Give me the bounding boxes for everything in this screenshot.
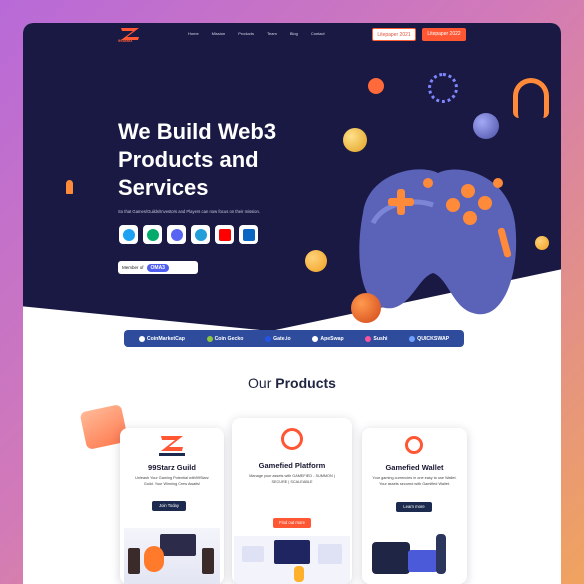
planet-orange-icon: [351, 293, 381, 323]
nav-contact[interactable]: Contact: [311, 31, 325, 36]
wallet-illustration: [366, 528, 463, 584]
card-title: Gamefied Wallet: [385, 463, 444, 472]
join-today-button[interactable]: Join Today: [152, 501, 186, 511]
card-description: Unleash Your Gaming Potential with99Star…: [135, 476, 209, 486]
partner-coinmarketcap[interactable]: CoinMarketCap: [138, 335, 185, 342]
coin-logo-icon: [368, 78, 384, 94]
member-badge[interactable]: Member of OMA3: [118, 261, 198, 274]
headline-line-2: Products and: [118, 147, 259, 172]
social-links: [119, 225, 258, 244]
oma3-logo: OMA3: [146, 263, 169, 272]
nav-products[interactable]: Products: [238, 31, 254, 36]
twitter-icon: [122, 228, 135, 241]
product-card-guild[interactable]: 99Starz Guild Unleash Your Gaming Potent…: [120, 428, 224, 584]
products-heading-bold: Products: [275, 375, 336, 391]
partner-sushi[interactable]: Sushi: [365, 335, 388, 342]
top-navigation: 99Starz Home Mission Products Team Blog …: [23, 23, 561, 45]
headline-line-3: Services: [118, 175, 209, 200]
gamefied-platform-logo-icon: [281, 428, 303, 450]
partner-label: ApeSwap: [320, 335, 344, 342]
headline-line-1: We Build Web3: [118, 119, 277, 144]
coingecko-icon: [206, 335, 213, 342]
hero-subline: So that Games/Guilds/Investors and Playe…: [118, 209, 260, 214]
hero-headline: We Build Web3 Products and Services: [118, 118, 278, 202]
quickswap-icon: [409, 335, 416, 342]
bitcoin-coin-small-icon: [535, 236, 549, 250]
member-label: Member of: [122, 265, 144, 270]
partner-label: QUICKSWAP: [417, 335, 450, 342]
partner-apeswap[interactable]: ApeSwap: [312, 335, 344, 342]
card-description: Manage your assets with GAMEFIED - SUMMO…: [249, 474, 335, 484]
rocket-icon: [66, 180, 73, 194]
partners-bar: CoinMarketCap Coin Gecko Gate.io ApeSwap…: [124, 330, 464, 347]
nav-home[interactable]: Home: [188, 31, 199, 36]
medium-icon: [146, 228, 159, 241]
apeswap-icon: [312, 335, 319, 342]
litepaper-2022-button[interactable]: Litepaper 2022: [422, 28, 466, 41]
card-title: Gamefied Platform: [258, 461, 326, 470]
linkedin-icon: [242, 228, 255, 241]
discord-icon: [170, 228, 183, 241]
partner-label: Coin Gecko: [214, 335, 244, 342]
nav-links: Home Mission Products Team Blog Contact: [188, 31, 325, 36]
network-nodes-icon: [428, 73, 458, 103]
99starz-guild-logo-icon: [159, 436, 185, 456]
dashboard-illustration: [234, 536, 350, 584]
gamefied-wallet-logo-icon: [405, 436, 423, 454]
planet-ringed-icon: [343, 128, 367, 152]
site-frame: 99Starz Home Mission Products Team Blog …: [23, 23, 561, 584]
partner-label: CoinMarketCap: [146, 335, 185, 342]
find-out-more-button[interactable]: Find out more: [273, 518, 311, 528]
products-heading: Our Products: [23, 375, 561, 391]
learn-more-button[interactable]: Learn more: [396, 502, 432, 512]
bitcoin-coin-icon: [305, 250, 327, 272]
nav-mission[interactable]: Mission: [212, 31, 226, 36]
litepaper-2021-button[interactable]: Litepaper 2021: [372, 28, 416, 41]
youtube-icon: [218, 228, 231, 241]
logo-text: 99Starz: [118, 38, 133, 43]
linkedin-button[interactable]: [239, 225, 258, 244]
partner-gateio[interactable]: Gate.io: [265, 335, 291, 342]
partner-label: Gate.io: [273, 335, 291, 342]
partner-label: Sushi: [373, 335, 388, 342]
planet-blue-icon: [473, 113, 499, 139]
nav-blog[interactable]: Blog: [290, 31, 298, 36]
gateio-icon: [265, 335, 272, 342]
coinmarketcap-icon: [138, 335, 145, 342]
sushi-icon: [365, 335, 372, 342]
products-heading-prefix: Our: [248, 375, 272, 391]
gamer-desk-illustration: [124, 528, 220, 584]
medium-button[interactable]: [143, 225, 162, 244]
card-description: Your gaming currencies in one easy to us…: [372, 476, 457, 486]
product-card-wallet[interactable]: Gamefied Wallet Your gaming currencies i…: [362, 428, 467, 584]
telegram-icon: [194, 228, 207, 241]
partner-coingecko[interactable]: Coin Gecko: [206, 335, 244, 342]
discord-button[interactable]: [167, 225, 186, 244]
twitter-button[interactable]: [119, 225, 138, 244]
product-card-platform[interactable]: Gamefied Platform Manage your assets wit…: [232, 418, 352, 584]
partner-quickswap[interactable]: QUICKSWAP: [409, 335, 450, 342]
card-title: 99Starz Guild: [148, 463, 196, 472]
headphones-icon: [513, 78, 549, 118]
nav-team[interactable]: Team: [267, 31, 277, 36]
telegram-button[interactable]: [191, 225, 210, 244]
youtube-button[interactable]: [215, 225, 234, 244]
